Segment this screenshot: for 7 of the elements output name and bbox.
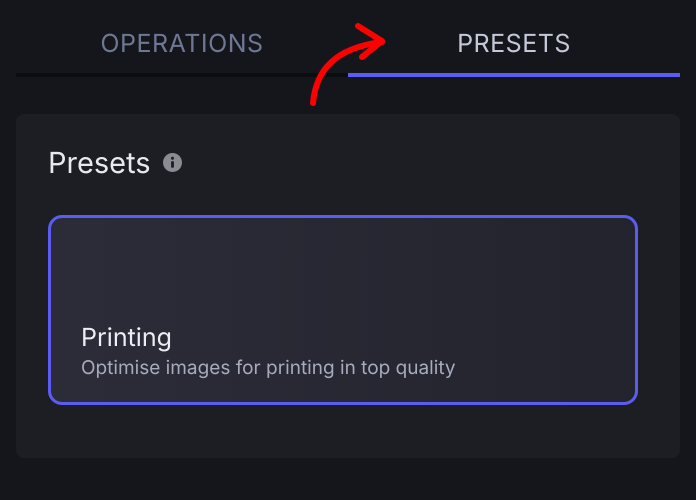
info-icon (162, 153, 182, 172)
preset-name: Printing (81, 323, 172, 354)
tab[interactable]: OPERATIONS (16, 20, 348, 77)
preset-card[interactable]: Printing Optimise images for printing in top quality (48, 215, 638, 405)
panel-title: Presets (48, 148, 151, 177)
tab[interactable]: PRESETS (348, 20, 680, 77)
preset-description: Optimise images for printing in top quality (81, 356, 456, 380)
